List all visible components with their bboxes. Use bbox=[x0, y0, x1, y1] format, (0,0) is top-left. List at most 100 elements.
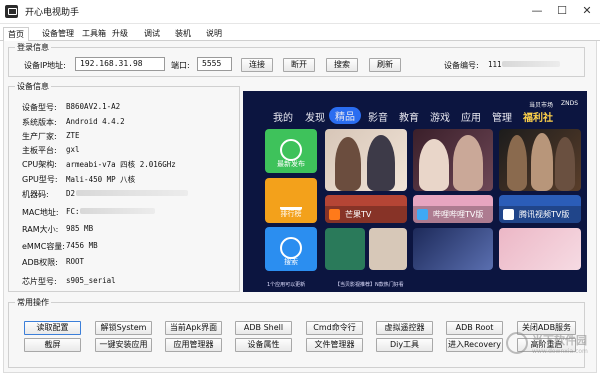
operations-group-title: 常用操作 bbox=[15, 297, 51, 308]
virtual-remote-button[interactable]: 虚拟遥控器 bbox=[376, 321, 433, 335]
maximize-button[interactable]: ☐ bbox=[551, 2, 573, 20]
search-icon bbox=[280, 237, 302, 259]
diy-tools-button[interactable]: Diy工具 bbox=[376, 338, 433, 352]
tv-poster-small bbox=[325, 228, 365, 270]
search-button[interactable]: 搜索 bbox=[326, 58, 358, 72]
device-row-label: 生产厂家: bbox=[22, 132, 57, 141]
minimize-button[interactable]: — bbox=[526, 2, 548, 20]
one-click-install-button[interactable]: 一键安装应用 bbox=[95, 338, 152, 352]
title-bar: 开心电视助手 — ☐ ✕ bbox=[0, 0, 600, 24]
device-row-value: gxl bbox=[66, 145, 80, 154]
tv-poster-small bbox=[413, 228, 493, 270]
tab-home[interactable]: 首页 bbox=[3, 27, 29, 42]
device-row-value: D2 bbox=[66, 189, 76, 198]
file-manager-button[interactable]: 文件管理器 bbox=[306, 338, 363, 352]
tv-app-tencent: 腾讯视频TV版 bbox=[499, 195, 581, 223]
tab-install[interactable]: 装机 bbox=[173, 27, 193, 41]
watermark-logo: 当下软件园 www.downxia.com bbox=[506, 330, 594, 364]
device-row-value: B860AV2.1-A2 bbox=[66, 102, 121, 111]
tv-app-mango: 芒果TV bbox=[325, 195, 407, 223]
tv-app-caption: 腾讯视频TV版 bbox=[499, 206, 581, 223]
mac-redacted bbox=[80, 208, 155, 214]
tv-poster-1 bbox=[325, 129, 407, 191]
ip-input[interactable]: 192.168.31.98 bbox=[75, 57, 165, 71]
watermark-text: 当下软件园 bbox=[532, 334, 587, 347]
poster-figure bbox=[507, 135, 527, 191]
tab-device-management[interactable]: 设备管理 bbox=[39, 27, 77, 41]
app-logo-icon bbox=[5, 5, 18, 18]
device-row-value: 7456 MB bbox=[66, 241, 98, 250]
device-no-redacted bbox=[502, 61, 560, 67]
tab-help[interactable]: 说明 bbox=[204, 27, 224, 41]
port-input[interactable]: 5555 bbox=[197, 57, 232, 71]
tab-debug[interactable]: 调试 bbox=[142, 27, 162, 41]
device-row-value: s905_serial bbox=[66, 276, 116, 285]
device-row-label: RAM大小: bbox=[22, 225, 59, 234]
recovery-button[interactable]: 进入Recovery bbox=[446, 338, 503, 352]
poster-figure bbox=[367, 135, 395, 191]
device-row-value: Mali-450 MP 八核 bbox=[66, 175, 136, 184]
tv-app-caption: 哔哩哔哩TV版 bbox=[413, 206, 493, 223]
tv-poster-small bbox=[369, 228, 407, 270]
tv-nav-item: 影音 bbox=[368, 113, 388, 124]
device-row-label: 主板平台: bbox=[22, 146, 57, 155]
disconnect-button[interactable]: 断开 bbox=[283, 58, 315, 72]
device-row-value: 985 MB bbox=[66, 224, 94, 233]
screenshot-button[interactable]: 截屏 bbox=[24, 338, 81, 352]
tab-upgrade[interactable]: 升级 bbox=[110, 27, 130, 41]
close-button[interactable]: ✕ bbox=[576, 2, 598, 20]
device-info-group-title: 设备信息 bbox=[15, 81, 51, 92]
device-row-label: 机器码: bbox=[22, 190, 49, 199]
device-row-label: GPU型号: bbox=[22, 175, 58, 184]
machine-code-redacted bbox=[76, 190, 188, 196]
adb-shell-button[interactable]: ADB Shell bbox=[235, 321, 292, 335]
cmd-button[interactable]: Cmd命令行 bbox=[306, 321, 363, 335]
current-apk-button[interactable]: 当前Apk界面 bbox=[165, 321, 222, 335]
device-row-label: eMMC容量: bbox=[22, 242, 66, 251]
read-config-button[interactable]: 读取配置 bbox=[24, 321, 81, 335]
tv-tile-label: 排行榜 bbox=[280, 210, 302, 218]
tv-nav-item-selected: 精品 bbox=[329, 107, 361, 124]
unlock-system-button[interactable]: 解锁System bbox=[95, 321, 152, 335]
mango-tv-icon bbox=[329, 209, 340, 220]
window-title: 开心电视助手 bbox=[25, 8, 80, 18]
tv-app-bilibili: 哔哩哔哩TV版 bbox=[413, 195, 493, 223]
tv-app-caption: 芒果TV bbox=[325, 206, 407, 223]
tv-tile-ranking: 排行榜 bbox=[265, 178, 317, 223]
device-row-value: FC: bbox=[66, 207, 80, 216]
tv-poster-2 bbox=[413, 129, 493, 191]
adb-root-button[interactable]: ADB Root bbox=[446, 321, 503, 335]
app-manager-button[interactable]: 应用管理器 bbox=[165, 338, 222, 352]
tv-screen-preview[interactable]: 当贝市场 ZNDS 我的 发现 精品 影音 教育 游戏 应用 管理 福利社 最新… bbox=[243, 91, 587, 292]
device-row-label: 设备型号: bbox=[22, 103, 57, 112]
bilibili-icon bbox=[417, 209, 428, 220]
refresh-button[interactable]: 刷新 bbox=[369, 58, 401, 72]
ip-label: 设备IP地址: bbox=[24, 61, 66, 70]
device-no-label: 设备编号: bbox=[444, 61, 479, 70]
tv-tile-search: 搜索 bbox=[265, 227, 317, 271]
tv-tile-latest: 最新发布 bbox=[265, 129, 317, 173]
new-badge-icon bbox=[280, 139, 302, 161]
tv-update-hint: 1个应用可以更新 bbox=[267, 282, 306, 288]
tv-nav-item: 教育 bbox=[399, 113, 419, 124]
poster-figure bbox=[335, 137, 361, 191]
tv-poster-small bbox=[499, 228, 581, 270]
tv-nav-item: 管理 bbox=[492, 113, 512, 124]
device-row-value: ZTE bbox=[66, 131, 80, 140]
tv-brand-text-2: ZNDS bbox=[561, 100, 579, 107]
device-properties-button[interactable]: 设备属性 bbox=[235, 338, 292, 352]
connect-button[interactable]: 连接 bbox=[241, 58, 273, 72]
tv-nav-item-welfare: 福利社 bbox=[523, 113, 553, 124]
tv-nav-item: 发现 bbox=[305, 113, 325, 124]
poster-figure bbox=[453, 135, 483, 191]
operations-group: 常用操作 bbox=[8, 297, 585, 368]
tv-nav-item: 游戏 bbox=[430, 113, 450, 124]
device-no-value: 111 bbox=[488, 60, 502, 69]
device-row-label: CPU架构: bbox=[22, 160, 57, 169]
tv-tile-label: 最新发布 bbox=[277, 160, 305, 168]
port-label: 端口: bbox=[171, 61, 190, 70]
tab-toolbox[interactable]: 工具箱 bbox=[80, 27, 108, 41]
device-row-label: ADB权限: bbox=[22, 258, 58, 267]
device-row-label: 系统版本: bbox=[22, 118, 57, 127]
device-row-value: ROOT bbox=[66, 257, 85, 266]
